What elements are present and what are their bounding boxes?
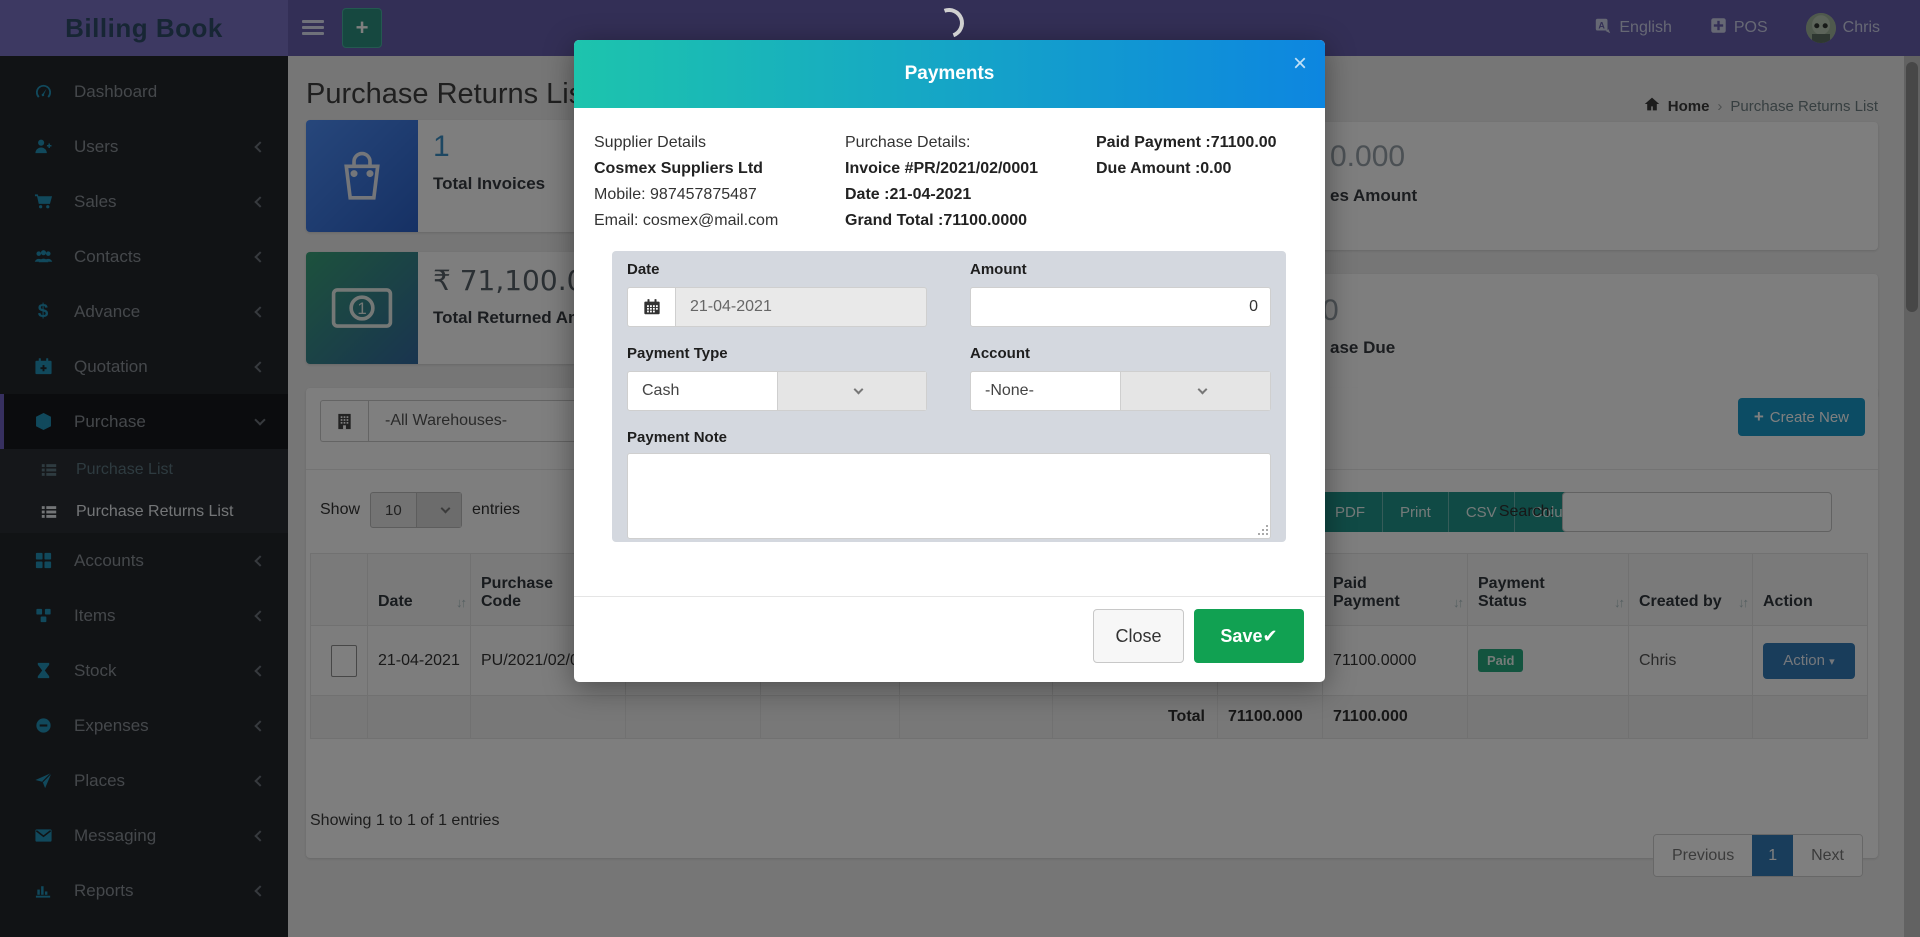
- payment-note-label: Payment Note: [627, 429, 727, 446]
- payment-note-textarea[interactable]: [627, 453, 1271, 539]
- calendar-icon: [627, 287, 675, 327]
- date-field-group: [627, 287, 927, 327]
- chevron-down-icon: [1120, 372, 1270, 410]
- resize-grip[interactable]: [1258, 525, 1268, 535]
- supplier-details: Supplier Details Cosmex Suppliers Ltd Mo…: [594, 130, 778, 234]
- purchase-heading: Purchase Details:: [845, 130, 1038, 156]
- paid-payment-text: Paid Payment :71100.00: [1096, 130, 1277, 156]
- supplier-mobile: Mobile: 987457875487: [594, 182, 778, 208]
- chevron-down-icon: [777, 372, 927, 410]
- payment-type-select[interactable]: Cash: [627, 371, 927, 411]
- purchase-details: Purchase Details: Invoice #PR/2021/02/00…: [845, 130, 1038, 234]
- due-amount-text: Due Amount :0.00: [1096, 156, 1277, 182]
- date-label: Date: [627, 261, 660, 278]
- modal-header: Payments ×: [574, 40, 1325, 108]
- payments-modal: Payments × Supplier Details Cosmex Suppl…: [574, 40, 1325, 682]
- app-root: Billing Book + A English POS Chris: [0, 0, 1920, 937]
- payment-date-input[interactable]: [675, 287, 927, 327]
- check-icon: ✔: [1262, 626, 1277, 646]
- purchase-date: Date :21-04-2021: [845, 182, 1038, 208]
- payment-type-label: Payment Type: [627, 345, 728, 362]
- purchase-invoice: Invoice #PR/2021/02/0001: [845, 156, 1038, 182]
- supplier-name: Cosmex Suppliers Ltd: [594, 156, 778, 182]
- payment-amount-input[interactable]: [970, 287, 1271, 327]
- account-select[interactable]: -None-: [970, 371, 1271, 411]
- close-button[interactable]: Close: [1093, 609, 1184, 663]
- modal-title: Payments: [905, 63, 995, 85]
- payment-form: Date Amount Payment Type Cash Account: [612, 251, 1286, 542]
- payment-summary: Paid Payment :71100.00 Due Amount :0.00: [1096, 130, 1277, 182]
- save-button[interactable]: Save✔: [1194, 609, 1304, 663]
- account-label: Account: [970, 345, 1030, 362]
- modal-footer-divider: [574, 596, 1325, 597]
- purchase-grand-total: Grand Total :71100.0000: [845, 208, 1038, 234]
- close-icon[interactable]: ×: [1293, 52, 1307, 76]
- supplier-heading: Supplier Details: [594, 130, 778, 156]
- amount-label: Amount: [970, 261, 1027, 278]
- supplier-email: Email: cosmex@mail.com: [594, 208, 778, 234]
